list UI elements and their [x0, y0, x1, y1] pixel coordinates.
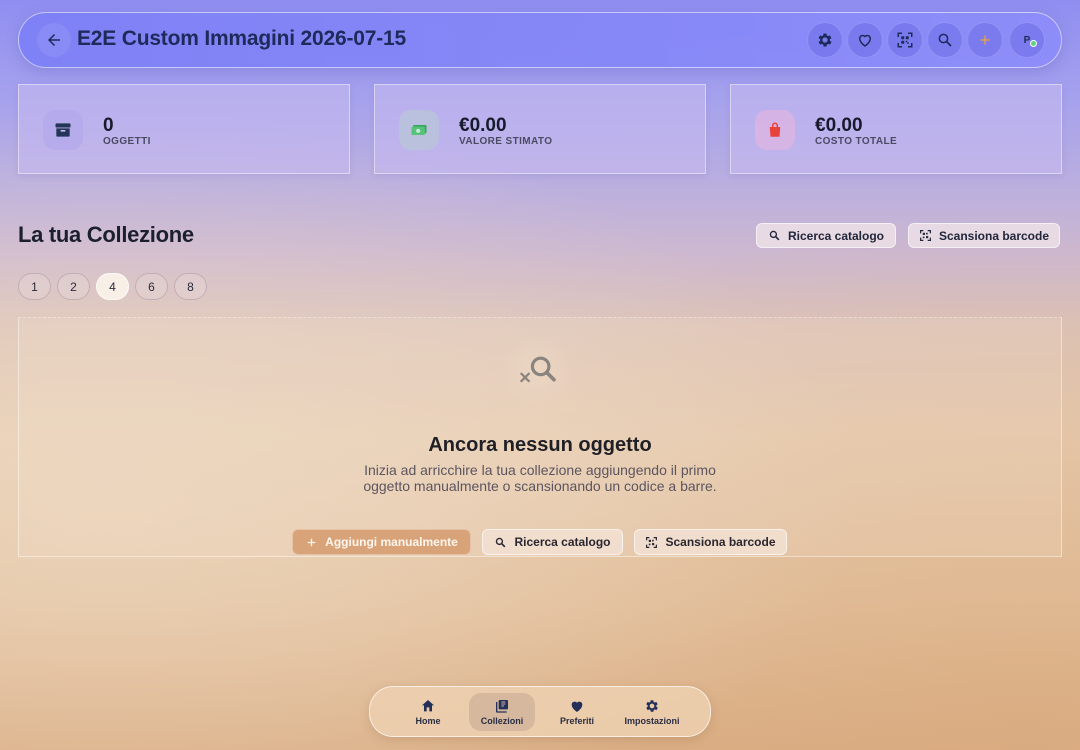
qr-code-icon [897, 32, 913, 48]
home-icon [422, 700, 434, 712]
empty-state-text: Inizia ad arricchire la tua collezione a… [363, 462, 717, 494]
page-title: E2E Custom Immagini 2026-07-15 [77, 27, 406, 50]
money-icon [399, 110, 439, 150]
nav-label: Impostazioni [624, 716, 680, 726]
stat-card-estimated-value: €0.00 VALORE STIMATO [374, 84, 706, 174]
grid-option-4[interactable]: 4 [96, 273, 129, 300]
shopping-bag-icon [755, 110, 795, 150]
nav-label: Preferiti [559, 716, 594, 726]
scan-barcode-button[interactable]: Scansiona barcode [634, 529, 787, 555]
button-label: Ricerca catalogo [514, 535, 611, 549]
nav-favorites[interactable]: Preferiti [544, 693, 610, 731]
nav-home[interactable]: Home [395, 693, 461, 731]
grid-option-8[interactable]: 8 [174, 273, 207, 300]
stat-card-total-cost: €0.00 COSTO TOTALE [730, 84, 1062, 174]
search-catalog-button[interactable]: Ricerca catalogo [756, 223, 896, 248]
app-header: E2E Custom Immagini 2026-07-15 P [18, 12, 1062, 68]
stat-label: VALORE STIMATO [459, 136, 553, 147]
nav-label: Home [415, 716, 441, 726]
add-button[interactable] [967, 22, 1003, 58]
nav-settings[interactable]: Impostazioni [619, 693, 685, 731]
barcode-scan-icon [919, 230, 931, 241]
online-status-dot [1030, 40, 1037, 47]
stat-value: €0.00 [459, 115, 507, 136]
button-label: Scansiona barcode [938, 228, 1050, 243]
scan-barcode-button[interactable]: Scansiona barcode [908, 223, 1060, 248]
search-icon [938, 33, 952, 47]
avatar[interactable]: P [1009, 22, 1045, 58]
search-off-icon [498, 336, 576, 406]
gear-icon [646, 700, 658, 712]
archive-box-icon [43, 110, 83, 150]
favorites-button[interactable] [847, 22, 883, 58]
button-label: Ricerca catalogo [787, 228, 885, 243]
plus-icon [307, 538, 316, 546]
plus-icon [980, 35, 990, 45]
search-catalog-button[interactable]: Ricerca catalogo [482, 529, 623, 555]
search-icon [769, 230, 780, 241]
nav-collections[interactable]: Collezioni [469, 693, 535, 731]
heart-outline-icon [858, 34, 872, 47]
collection-title: La tua Collezione [18, 222, 194, 247]
gear-icon [818, 33, 832, 47]
settings-button[interactable] [807, 22, 843, 58]
empty-state-title: Ancora nessun oggetto [428, 434, 652, 456]
back-button[interactable] [37, 23, 71, 57]
stat-card-items: 0 OGGETTI [18, 84, 350, 174]
heart-icon [571, 701, 583, 712]
arrow-left-icon [48, 34, 60, 46]
stat-value: €0.00 [815, 115, 863, 136]
grid-option-6[interactable]: 6 [135, 273, 168, 300]
button-label: Scansiona barcode [665, 535, 776, 549]
stat-label: OGGETTI [103, 136, 151, 147]
collections-icon [496, 700, 508, 713]
qr-scan-button[interactable] [887, 22, 923, 58]
search-icon [496, 537, 506, 547]
grid-option-1[interactable]: 1 [18, 273, 51, 300]
search-button[interactable] [927, 22, 963, 58]
button-label: Aggiungi manualmente [325, 535, 458, 549]
add-manually-button[interactable]: Aggiungi manualmente [292, 529, 471, 555]
nav-label: Collezioni [480, 716, 524, 726]
grid-option-2[interactable]: 2 [57, 273, 90, 300]
stat-label: COSTO TOTALE [815, 136, 898, 147]
barcode-scan-icon [646, 536, 658, 548]
stat-value: 0 [103, 115, 114, 136]
bottom-nav: Home Collezioni Preferiti Impostazioni [369, 686, 711, 737]
